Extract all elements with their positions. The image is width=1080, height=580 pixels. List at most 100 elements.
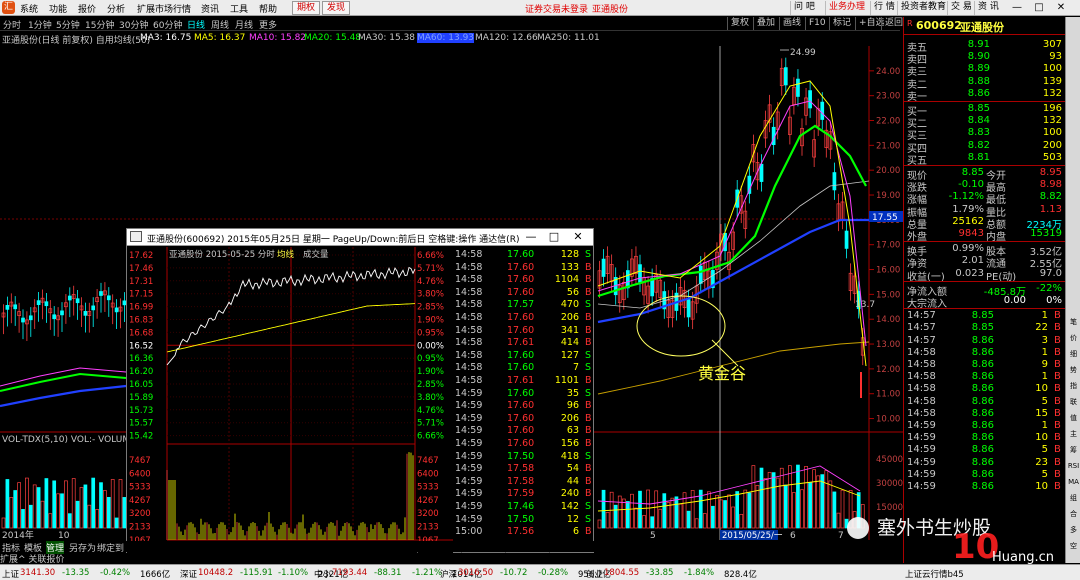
side-tab[interactable]: RSI [1067, 461, 1080, 471]
side-tab[interactable]: 筹 [1067, 445, 1080, 455]
side-tab[interactable]: 笔 [1067, 317, 1080, 327]
trade-volume: 56 [566, 286, 579, 298]
side-tab[interactable]: 值 [1067, 413, 1080, 423]
tick-side: B [1054, 444, 1061, 456]
tick-price: 8.86 [971, 395, 994, 407]
period-tab-5min[interactable]: 5分钟 [56, 18, 80, 31]
discover-button[interactable]: 发现 [322, 1, 351, 15]
stock-name-link[interactable]: 亚通股份 [592, 2, 628, 15]
trade-side: B [585, 463, 592, 475]
trade-login-link[interactable]: 证券交易未登录 [525, 2, 588, 15]
adjust-button[interactable]: 复权 [727, 17, 752, 30]
volume-bar [787, 465, 792, 529]
popup-close-icon[interactable]: ✕ [567, 229, 589, 245]
popup-minimize-icon[interactable]: — [520, 229, 542, 245]
side-tab[interactable]: 指 [1067, 381, 1080, 391]
period-tab-1min[interactable]: 1分钟 [28, 18, 52, 31]
tick-row: 14:59 8.86 23 B [904, 457, 1066, 469]
period-tab-more[interactable]: 更多 [259, 18, 277, 31]
options-button[interactable]: 期权 [292, 1, 321, 15]
tick-time: 14:59 [907, 444, 936, 456]
volume-bar [832, 491, 837, 529]
period-tab-daily[interactable]: 日线 [187, 18, 205, 31]
menu-item-ext-market[interactable]: 扩展市场行情 [137, 2, 191, 15]
index-amt: 828.4亿 [724, 570, 757, 580]
business-button[interactable]: 业务办理 [825, 1, 868, 15]
menu-item-news[interactable]: 资讯 [201, 2, 219, 15]
side-tab[interactable]: 组 [1067, 493, 1080, 503]
menu-item-quote[interactable]: 报价 [78, 2, 96, 15]
stat-row: 振幅 1.79% 量比 1.13 [904, 204, 1066, 219]
tick-price: 8.86 [971, 371, 994, 383]
date-axis-cursor: 2015/05/25/一 [722, 531, 783, 540]
tick-volume: 23 [1035, 456, 1048, 468]
extension-bar[interactable]: 扩展^ 关联报价 [0, 552, 125, 565]
trade-time: 14:59 [455, 387, 483, 399]
period-tab-weekly[interactable]: 周线 [211, 18, 229, 31]
stat-row: 净资 2.01 流通 2.55亿 [904, 255, 1066, 270]
intraday-vol-tick: 6400 [417, 469, 439, 479]
f10-button[interactable]: F10 [805, 17, 829, 30]
intraday-chart[interactable]: 17.62 6.66% 17.46 5.71% 17.31 4.76% 17.15 3.80%… [127, 247, 453, 553]
tick-row: 14:57 8.85 1 B [904, 310, 1066, 322]
volume-bar [670, 497, 675, 529]
popup-maximize-icon[interactable]: □ [543, 229, 565, 245]
side-tab[interactable]: 价 [1067, 333, 1080, 343]
close-icon[interactable]: ✕ [1054, 1, 1068, 15]
trade-side: B [585, 526, 592, 538]
menu-item-help[interactable]: 帮助 [259, 2, 277, 15]
stat-value: 0.023 [955, 267, 984, 279]
intraday-popup-window[interactable]: 亚通股份(600692) 2015年05月25日 星期一 PageUp/Down… [126, 228, 594, 554]
intraday-pct-tick: 0.95% [417, 328, 444, 338]
minimize-icon[interactable]: — [1010, 1, 1024, 15]
side-tab[interactable]: MA [1067, 477, 1080, 487]
period-tab-15min[interactable]: 15分钟 [85, 18, 114, 31]
side-tab[interactable]: 细 [1067, 349, 1080, 359]
bid-price: 8.81 [967, 151, 990, 163]
period-tab-30min[interactable]: 30分钟 [119, 18, 148, 31]
axis-num-6: 6 [790, 531, 796, 540]
trade-side: B [585, 375, 592, 386]
menu-item-analysis[interactable]: 分析 [107, 2, 125, 15]
volume-bar [60, 493, 64, 529]
market-button[interactable]: 行 情 [870, 1, 898, 15]
period-tab-intraday[interactable]: 分时 [3, 18, 21, 31]
stat-value: 2.01 [961, 255, 984, 267]
trade-side: S [585, 362, 592, 374]
mark-button[interactable]: 标记 [829, 17, 854, 30]
news-button[interactable]: 资 讯 [974, 1, 1002, 15]
menu-item-function[interactable]: 功能 [49, 2, 67, 15]
ask-button[interactable]: 问 吧 [790, 1, 818, 15]
overlay-button[interactable]: 叠加 [753, 17, 778, 30]
side-tab[interactable]: 主 [1067, 429, 1080, 439]
maximize-icon[interactable]: □ [1032, 1, 1046, 15]
trade-side: S [585, 450, 592, 462]
bigflow-row: 大宗流入 0.00 0% [904, 295, 1066, 310]
side-tab[interactable]: 联 [1067, 397, 1080, 407]
trade-volume: 142 [560, 501, 579, 512]
index-chg: -10.72 [500, 568, 528, 578]
side-tab[interactable]: 势 [1067, 365, 1080, 375]
trade-price: 17.60 [507, 312, 535, 323]
trade-side: B [585, 488, 592, 500]
volume-bar [71, 478, 76, 529]
stat-value: 0.99% [952, 243, 984, 255]
tick-row: 14:59 8.86 10 B [904, 481, 1066, 493]
tick-row: 14:58 8.86 9 B [904, 359, 1066, 371]
popup-titlebar[interactable]: 亚通股份(600692) 2015年05月25日 星期一 PageUp/Down… [127, 229, 593, 246]
period-tab-60min[interactable]: 60分钟 [153, 18, 182, 31]
menu-item-tools[interactable]: 工具 [230, 2, 248, 15]
trade-time: 14:58 [455, 312, 483, 323]
trade-button[interactable]: 交 易 [947, 1, 975, 15]
draw-line-button[interactable]: 画线 [779, 17, 804, 30]
cloud-market-label[interactable]: 上证云行情b45 [905, 568, 964, 580]
tick-side: B [1054, 456, 1061, 468]
period-tab-monthly[interactable]: 月线 [235, 18, 253, 31]
intraday-price-tick: 17.31 [129, 277, 153, 287]
vol-tick-label: 30000 [876, 479, 903, 489]
investor-edu-button[interactable]: 投资者教育 [897, 1, 949, 15]
menu-item-system[interactable]: 系统 [20, 2, 38, 15]
intraday-pct-tick: 3.80% [417, 290, 444, 300]
trade-side: B [585, 286, 592, 298]
trade-volume: 240 [560, 488, 579, 500]
